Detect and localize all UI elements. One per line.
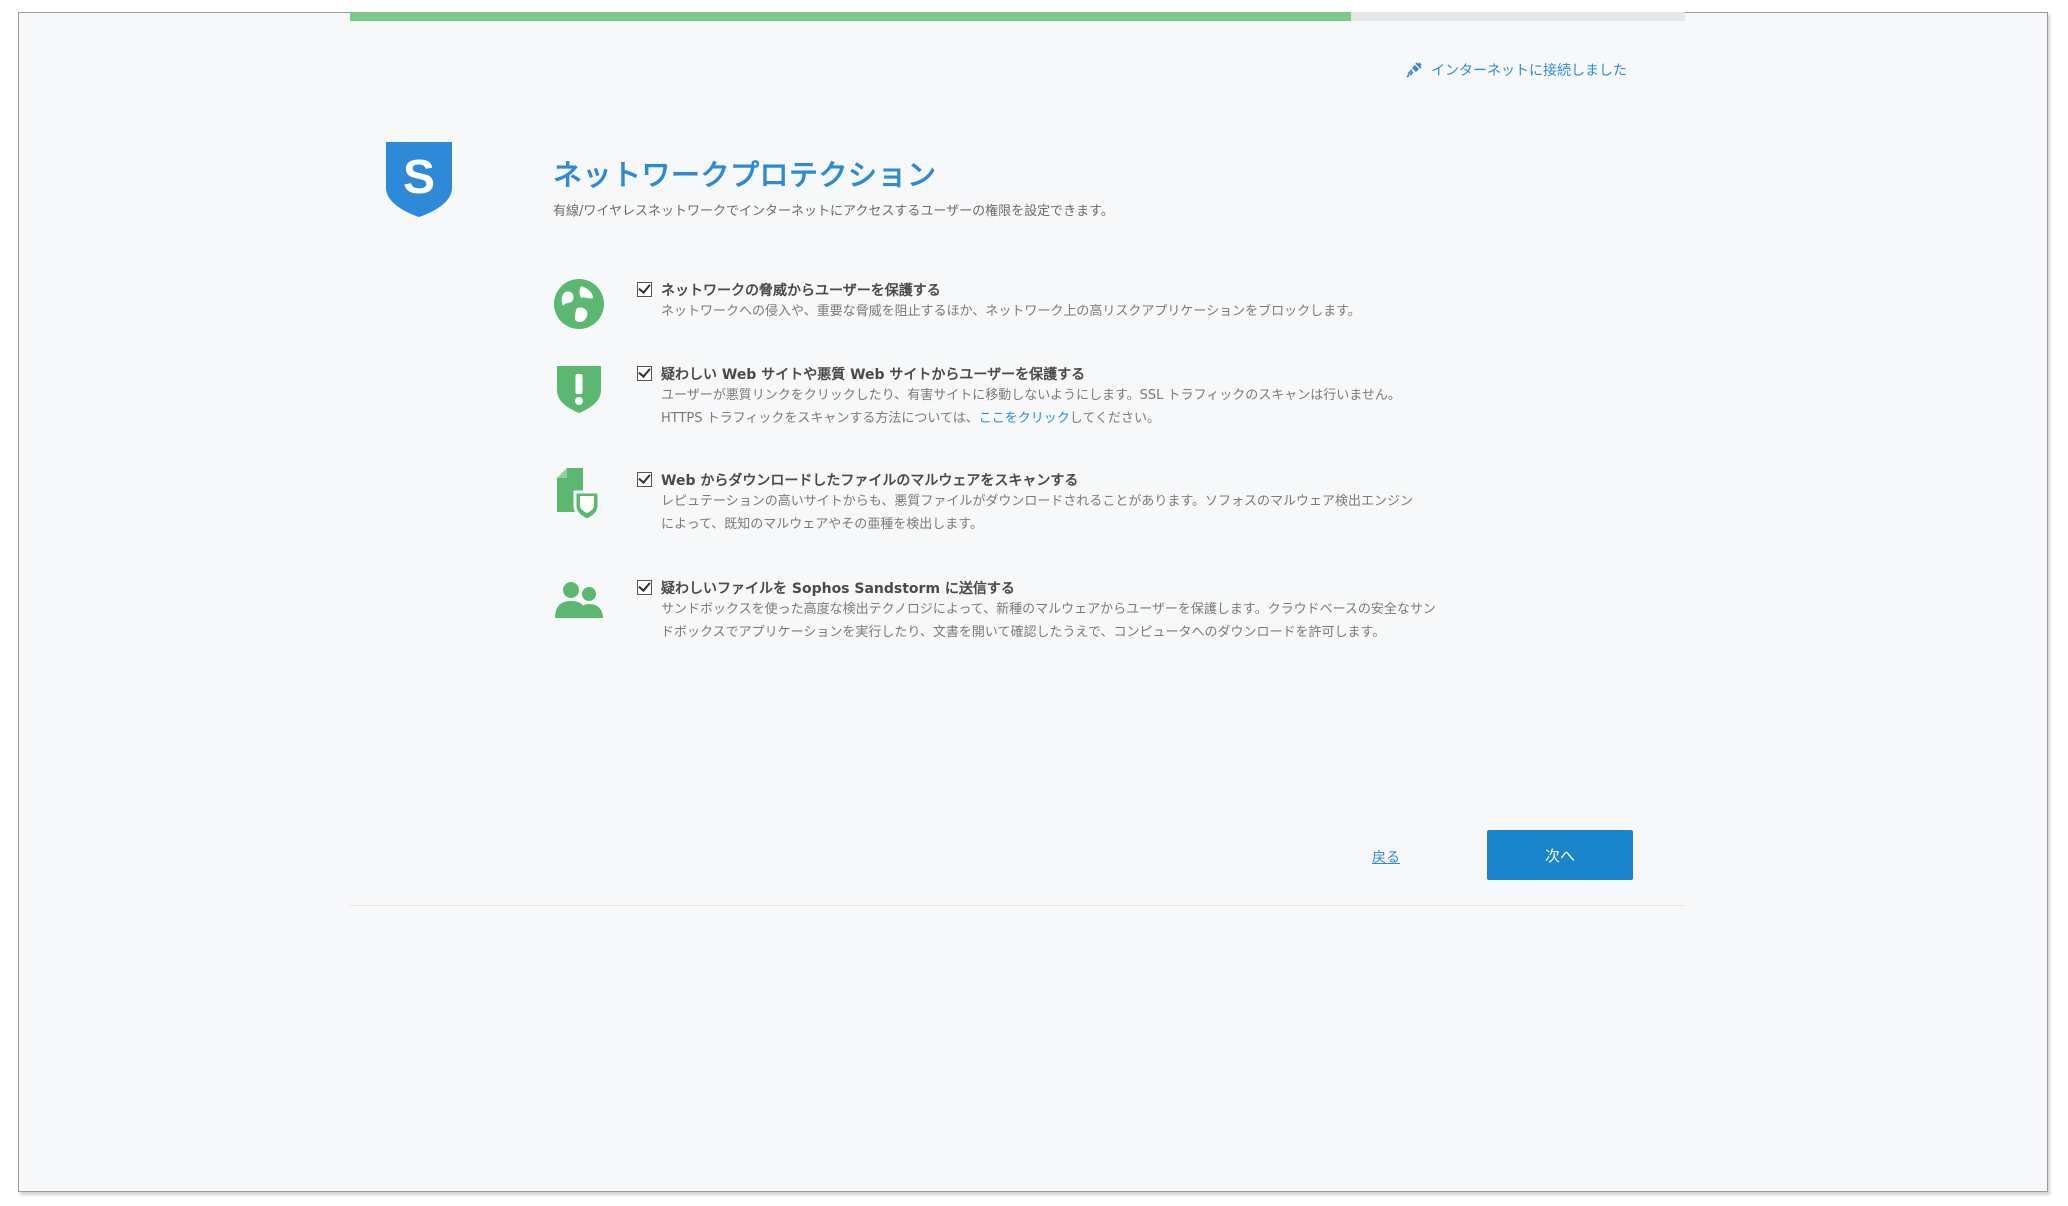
globe-icon <box>554 279 604 329</box>
option-description: レピュテーションの高いサイトからも、悪質ファイルがダウンロードされることがありま… <box>661 494 1414 509</box>
option-description: サンドボックスを使った高度な検出テクノロジによって、新種のマルウェアからユーザー… <box>661 602 1436 617</box>
setup-progress-bar <box>350 12 1685 21</box>
option-sandstorm-checkbox[interactable] <box>637 580 652 595</box>
option-description-line2: ドボックスでアプリケーションを実行したり、文書を開いて確認したうえで、コンピュー… <box>661 625 1386 640</box>
option-description-text: HTTPS トラフィックをスキャンする方法については、 <box>661 411 979 426</box>
option-description-line2: HTTPS トラフィックをスキャンする方法については、ここをクリックしてください… <box>661 407 1160 430</box>
option-description-line2: によって、既知のマルウェアやその亜種を検出します。 <box>661 517 984 532</box>
option-title: 疑わしいファイルを Sophos Sandstorm に送信する <box>661 581 1015 597</box>
option-description: ネットワークへの侵入や、重要な脅威を阻止するほか、ネットワーク上の高リスクアプリ… <box>661 304 1361 319</box>
sophos-logo-letter: S <box>403 151 435 204</box>
back-link[interactable]: 戻る <box>1372 847 1400 867</box>
internet-status-text: インターネットに接続しました <box>1431 63 1627 79</box>
internet-status: インターネットに接続しました <box>1405 55 1665 85</box>
users-icon <box>555 582 603 618</box>
option-title: ネットワークの脅威からユーザーを保護する <box>661 283 941 299</box>
sophos-logo: S <box>386 142 452 217</box>
option-download-scan-checkbox[interactable] <box>637 472 652 487</box>
page-title: ネットワークプロテクション <box>553 158 937 192</box>
option-description-tail: してください。 <box>1069 411 1160 426</box>
next-button[interactable]: 次へ <box>1487 830 1633 880</box>
option-network-threats-checkbox[interactable] <box>637 282 652 297</box>
file-shield-icon <box>557 468 601 520</box>
setup-progress-fill <box>350 12 1352 21</box>
option-malicious-websites-checkbox[interactable] <box>637 366 652 381</box>
plug-connected-icon <box>1406 62 1422 78</box>
option-title: Web からダウンロードしたファイルのマルウェアをスキャンする <box>661 473 1079 489</box>
shield-alert-icon <box>557 366 601 413</box>
footer-divider <box>350 905 1685 906</box>
page-subtitle: 有線/ワイヤレスネットワークでインターネットにアクセスするユーザーの権限を設定で… <box>553 204 1114 219</box>
https-scan-help-link[interactable]: ここをクリック <box>979 411 1070 426</box>
option-description: ユーザーが悪質リンクをクリックしたり、有害サイトに移動しないようにします。SSL… <box>661 388 1401 403</box>
option-title: 疑わしい Web サイトや悪質 Web サイトからユーザーを保護する <box>661 367 1086 383</box>
